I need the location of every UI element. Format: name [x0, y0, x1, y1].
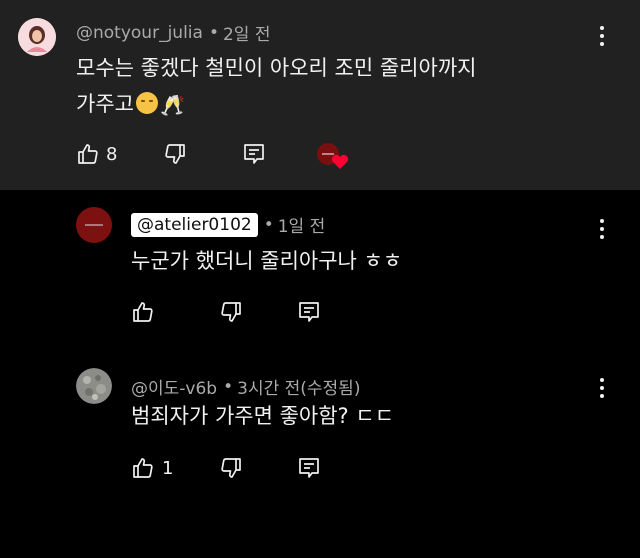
avatar[interactable]	[18, 18, 56, 56]
reply-icon	[244, 144, 264, 164]
like-button[interactable]	[76, 142, 100, 166]
more-options-button[interactable]	[598, 378, 606, 400]
meta-separator: •	[223, 376, 234, 397]
comment-meta: @atelier0102 • 1일 전	[131, 212, 325, 237]
thumbs-down-icon	[165, 144, 185, 164]
comment-text: 모수는 좋겠다 철민이 아오리 조민 줄리아까지 가주고 🥂	[76, 50, 476, 123]
thumbs-down-icon	[221, 458, 241, 478]
meta-separator: •	[208, 22, 219, 43]
like-button[interactable]	[131, 300, 155, 324]
author-handle[interactable]: @notyour_julia	[76, 23, 203, 43]
reply-icon	[299, 302, 319, 322]
comment-card-1: @notyour_julia • 2일 전 모수는 좋겠다 철민이 아오리 조민…	[0, 0, 640, 190]
comment-timestamp[interactable]: 2일 전	[223, 20, 271, 45]
thumbs-up-icon	[133, 458, 153, 478]
thumbs-down-icon	[221, 302, 241, 322]
like-count: 1	[162, 458, 174, 479]
author-handle-chip[interactable]: @atelier0102	[131, 212, 258, 237]
thumbs-up-icon	[133, 302, 153, 322]
like-button[interactable]	[131, 456, 155, 480]
comment-text-line-1: 모수는 좋겠다 철민이 아오리 조민 줄리아까지	[76, 56, 477, 80]
like-count: 8	[106, 144, 118, 165]
reply-button[interactable]	[298, 456, 320, 480]
comment-meta: @notyour_julia • 2일 전	[76, 20, 271, 46]
comment-text-line-2-text: 가주고	[76, 92, 134, 116]
comment-timestamp[interactable]: 1일 전	[278, 212, 326, 237]
creator-heart-badge	[316, 142, 350, 170]
dislike-button[interactable]	[163, 142, 187, 166]
thumbs-up-icon	[78, 144, 98, 164]
reply-button[interactable]	[243, 142, 265, 166]
comment-timestamp[interactable]: 3시간 전(수정됨)	[237, 374, 360, 399]
creator-heart-icon	[317, 143, 349, 169]
dislike-button[interactable]	[219, 456, 243, 480]
comment-text: 누군가 했더니 줄리아구나 ㅎㅎ	[131, 249, 403, 273]
shushing-face-emoji-icon	[135, 92, 158, 114]
dislike-button[interactable]	[219, 300, 243, 324]
comment-text: 범죄자가 가주면 좋아함? ㄷㄷ	[131, 404, 395, 428]
reply-icon	[299, 458, 319, 478]
champagne-glasses-emoji-icon: 🥂	[159, 93, 185, 117]
avatar[interactable]	[76, 368, 112, 404]
more-options-button[interactable]	[598, 26, 606, 48]
more-options-button[interactable]	[598, 219, 606, 241]
reply-button[interactable]	[298, 300, 320, 324]
comment-text-line-2: 가주고 🥂	[76, 86, 476, 123]
author-handle[interactable]: @이도-v6b	[131, 374, 217, 399]
meta-separator: •	[263, 214, 274, 235]
comment-meta: @이도-v6b • 3시간 전(수정됨)	[131, 374, 360, 400]
avatar[interactable]	[76, 207, 112, 243]
